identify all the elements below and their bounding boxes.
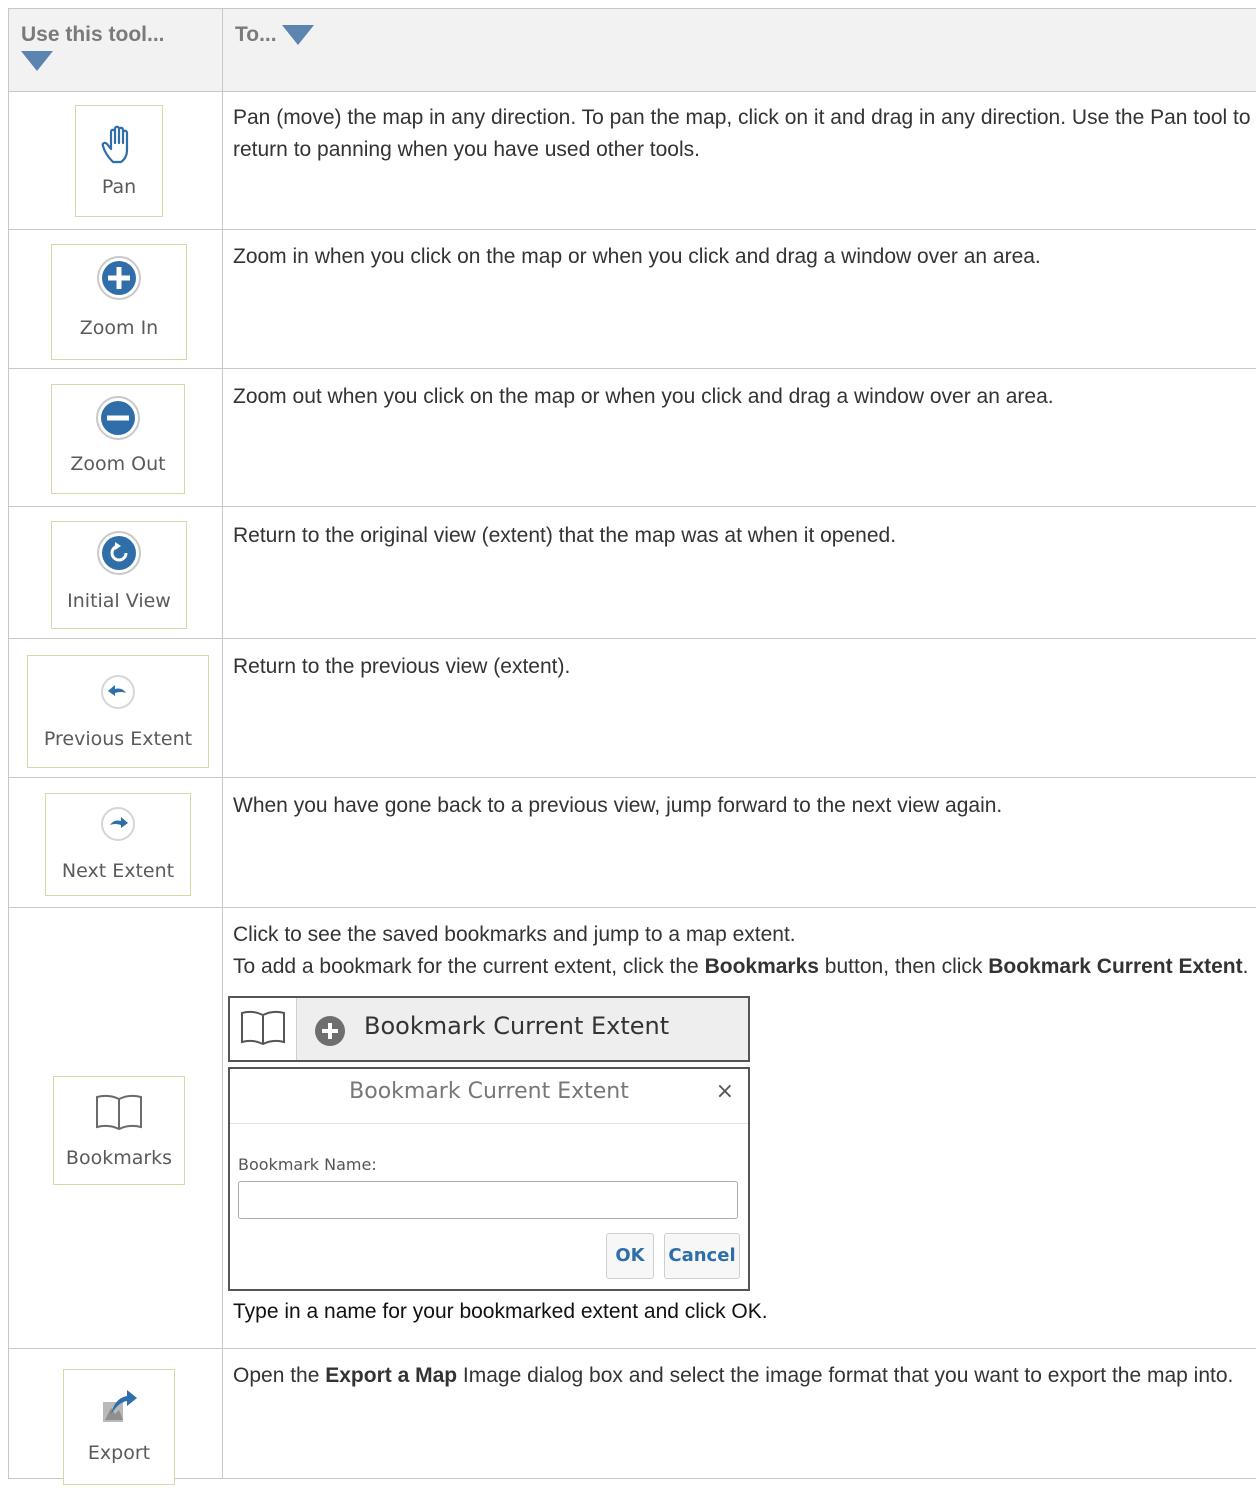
initial-view-description: Return to the original view (extent) tha… bbox=[233, 524, 897, 547]
previous-extent-label: Previous Extent bbox=[43, 728, 193, 750]
tools-table: Use this tool... To... Pan Pan (move) th… bbox=[8, 8, 1256, 1485]
tool-cell: Pan bbox=[8, 91, 223, 230]
tool-cell: Bookmarks bbox=[8, 907, 223, 1349]
next-extent-label: Next Extent bbox=[61, 860, 175, 882]
minus-circle-icon bbox=[96, 396, 140, 440]
next-extent-description: When you have gone back to a previous vi… bbox=[233, 794, 1003, 817]
desc-cell: Return to the previous view (extent). bbox=[222, 638, 1256, 778]
next-extent-button[interactable]: Next Extent bbox=[45, 793, 191, 896]
tool-cell: Zoom In bbox=[8, 229, 223, 369]
tool-cell: Export bbox=[8, 1348, 223, 1485]
tool-cell: Initial View bbox=[8, 506, 223, 639]
export-a-map-bold: Export a Map bbox=[325, 1364, 458, 1387]
pan-description: Pan (move) the map in any direction. To … bbox=[233, 106, 1251, 161]
bookmarks-description: Click to see the saved bookmarks and jum… bbox=[223, 908, 1256, 983]
sort-triangle-icon[interactable] bbox=[21, 51, 53, 72]
plus-circle-icon bbox=[97, 256, 141, 300]
book-icon-box bbox=[230, 998, 297, 1060]
desc-cell: When you have gone back to a previous vi… bbox=[222, 777, 1256, 908]
zoom-out-button[interactable]: Zoom Out bbox=[51, 384, 185, 494]
tool-column-label: Use this tool... bbox=[21, 23, 165, 46]
bookmarks-button[interactable]: Bookmarks bbox=[53, 1076, 185, 1185]
initial-view-button[interactable]: Initial View bbox=[51, 521, 187, 629]
export-label: Export bbox=[87, 1442, 151, 1464]
pan-label: Pan bbox=[101, 176, 137, 198]
export-icon bbox=[103, 1390, 137, 1422]
desc-cell: Zoom in when you click on the map or whe… bbox=[222, 229, 1256, 369]
previous-extent-description: Return to the previous view (extent). bbox=[233, 655, 571, 678]
desc-cell: Open the Export a Map Image dialog box a… bbox=[222, 1348, 1256, 1479]
table-row: Zoom In Zoom in when you click on the ma… bbox=[8, 229, 1256, 369]
book-icon bbox=[96, 1094, 142, 1131]
arrow-right-icon bbox=[101, 807, 135, 841]
bookmark-dialog: Bookmark Current Extent × Bookmark Name:… bbox=[228, 1067, 750, 1291]
bookmark-current-extent-item[interactable]: Bookmark Current Extent bbox=[364, 1012, 669, 1040]
zoom-in-description: Zoom in when you click on the map or whe… bbox=[233, 245, 1041, 268]
table-row: Bookmarks Click to see the saved bookmar… bbox=[8, 907, 1256, 1349]
table-row: Pan Pan (move) the map in any direction.… bbox=[8, 91, 1256, 230]
sort-triangle-icon[interactable] bbox=[282, 25, 315, 46]
bookmark-name-label: Bookmark Name: bbox=[238, 1155, 377, 1174]
cancel-button[interactable]: Cancel bbox=[664, 1233, 740, 1279]
bookmarks-line2-end: . bbox=[1242, 955, 1249, 978]
desc-cell: Return to the original view (extent) tha… bbox=[222, 506, 1256, 639]
divider bbox=[230, 1123, 748, 1124]
desc-column-header: To... bbox=[222, 8, 1256, 92]
dialog-title: Bookmark Current Extent bbox=[349, 1079, 629, 1104]
table-row: Zoom Out Zoom out when you click on the … bbox=[8, 368, 1256, 507]
tool-cell: Next Extent bbox=[8, 777, 223, 908]
tool-cell: Zoom Out bbox=[8, 368, 223, 507]
bookmarks-line2-pre: To add a bookmark for the current extent… bbox=[233, 955, 705, 978]
bookmark-current-extent-bold: Bookmark Current Extent bbox=[988, 955, 1243, 978]
arrow-left-icon bbox=[101, 675, 135, 709]
bookmarks-line1: Click to see the saved bookmarks and jum… bbox=[233, 923, 796, 946]
ok-button[interactable]: OK bbox=[606, 1233, 654, 1279]
tool-cell: Previous Extent bbox=[8, 638, 223, 778]
tool-column-header: Use this tool... bbox=[8, 8, 223, 92]
bookmark-name-input[interactable] bbox=[238, 1181, 738, 1219]
pan-button[interactable]: Pan bbox=[75, 105, 163, 217]
export-desc-post: Image dialog box and select the image fo… bbox=[457, 1364, 1234, 1387]
close-icon[interactable]: × bbox=[716, 1079, 734, 1104]
zoom-out-label: Zoom Out bbox=[70, 453, 166, 475]
header-row: Use this tool... To... bbox=[8, 8, 1256, 92]
table-row: Next Extent When you have gone back to a… bbox=[8, 777, 1256, 908]
bookmarks-line2-mid: button, then click bbox=[818, 955, 989, 978]
table-row: Initial View Return to the original view… bbox=[8, 506, 1256, 639]
desc-cell: Click to see the saved bookmarks and jum… bbox=[222, 907, 1256, 1349]
previous-extent-button[interactable]: Previous Extent bbox=[27, 655, 209, 768]
bookmark-toolbar-image: Bookmark Current Extent bbox=[228, 996, 750, 1062]
bookmarks-bold-term: Bookmarks bbox=[704, 955, 819, 978]
refresh-icon bbox=[97, 531, 141, 575]
initial-view-label: Initial View bbox=[67, 590, 171, 612]
zoom-in-button[interactable]: Zoom In bbox=[51, 244, 187, 360]
page: Use this tool... To... Pan Pan (move) th… bbox=[0, 0, 1256, 1499]
export-description: Open the Export a Map Image dialog box a… bbox=[223, 1349, 1256, 1392]
desc-cell: Zoom out when you click on the map or wh… bbox=[222, 368, 1256, 507]
book-icon bbox=[241, 1010, 285, 1046]
table-row: Export Open the Export a Map Image dialo… bbox=[8, 1348, 1256, 1485]
bookmarks-after-text: Type in a name for your bookmarked exten… bbox=[233, 1300, 768, 1323]
zoom-out-description: Zoom out when you click on the map or wh… bbox=[233, 385, 1054, 408]
hand-icon bbox=[101, 125, 129, 164]
export-desc-pre: Open the bbox=[233, 1364, 326, 1387]
bookmarks-label: Bookmarks bbox=[65, 1147, 173, 1169]
desc-cell: Pan (move) the map in any direction. To … bbox=[222, 91, 1256, 230]
export-button[interactable]: Export bbox=[63, 1369, 175, 1485]
table-row: Previous Extent Return to the previous v… bbox=[8, 638, 1256, 778]
plus-circle-icon bbox=[315, 1016, 345, 1046]
zoom-in-label: Zoom In bbox=[79, 317, 159, 339]
desc-column-label: To... bbox=[235, 23, 277, 46]
